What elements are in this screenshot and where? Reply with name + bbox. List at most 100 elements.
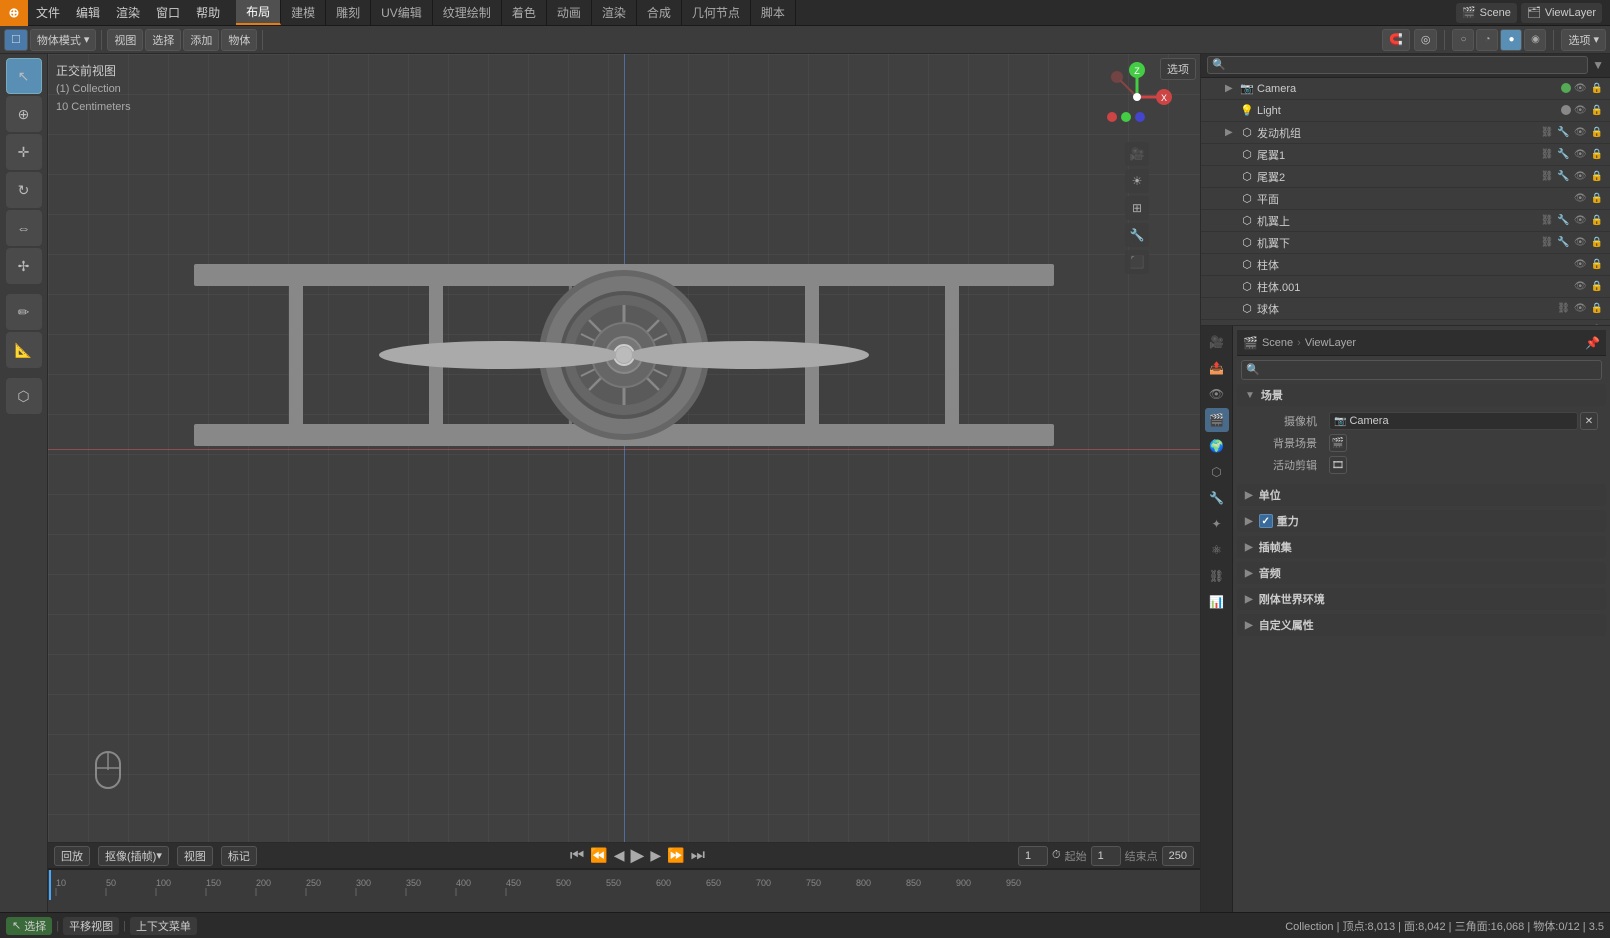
- current-frame-field[interactable]: 1: [1018, 846, 1048, 866]
- tail1-modifier[interactable]: 🔧: [1556, 149, 1570, 160]
- context-menu-badge[interactable]: 上下文菜单: [130, 917, 197, 935]
- tool-annotate[interactable]: ✏: [6, 294, 42, 330]
- next-keyframe-btn[interactable]: ▶: [650, 847, 661, 864]
- mode-dropdown[interactable]: 物体模式 ▾: [30, 29, 97, 51]
- outliner-row-camera[interactable]: ▶ 📷 Camera 👁 🔒: [1201, 78, 1610, 100]
- add-menu-btn[interactable]: 添加: [183, 29, 219, 51]
- vp-gizmo-btn[interactable]: 🔧: [1125, 223, 1149, 247]
- prop-output-icon[interactable]: 📤: [1205, 356, 1229, 380]
- wing-top-modifier[interactable]: 🔧: [1556, 215, 1570, 226]
- viewport-options-btn[interactable]: 选项: [1160, 58, 1196, 80]
- outliner-row-wing-bottom[interactable]: ▶ ⬡ 机翼下 ⛓ 🔧 👁 🔒: [1201, 232, 1610, 254]
- prop-custom-header[interactable]: ▶ 自定义属性: [1237, 614, 1606, 636]
- play-btn[interactable]: ▶: [631, 845, 645, 866]
- timeline-ruler[interactable]: 10 50 100 150 200 250 300 350 400 450 50…: [48, 869, 1200, 912]
- camera-visibility-icon[interactable]: 👁: [1573, 83, 1588, 94]
- tab-geometry-nodes[interactable]: 几何节点: [682, 0, 751, 25]
- light-expand-arrow[interactable]: ▶: [1225, 105, 1237, 116]
- outliner-row-plane[interactable]: ▶ ⬡ 平面 👁 🔒: [1201, 188, 1610, 210]
- tool-measure[interactable]: 📐: [6, 332, 42, 368]
- wing-bottom-modifier[interactable]: 🔧: [1556, 237, 1570, 248]
- prop-rigid-header[interactable]: ▶ 刚体世界环境: [1237, 588, 1606, 610]
- engine-expand-arrow[interactable]: ▶: [1225, 127, 1237, 138]
- tool-select[interactable]: ↖: [6, 58, 42, 94]
- prev-keyframe-btn[interactable]: ◀: [614, 847, 625, 864]
- go-start-btn[interactable]: ⏮: [570, 847, 584, 865]
- menu-window[interactable]: 窗口: [148, 0, 188, 25]
- tool-move[interactable]: ✛: [6, 134, 42, 170]
- tool-rotate[interactable]: ↻: [6, 172, 42, 208]
- prop-scene-breadcrumb[interactable]: Scene: [1262, 337, 1293, 349]
- prop-audio-header[interactable]: ▶ 音频: [1237, 562, 1606, 584]
- cylinder-lock[interactable]: 🔒: [1590, 259, 1604, 270]
- tail1-expand-arrow[interactable]: ▶: [1225, 149, 1237, 160]
- snap-btn[interactable]: 🧲: [1382, 29, 1410, 51]
- prop-object-icon[interactable]: ⬡: [1205, 460, 1229, 484]
- camera-active-dot[interactable]: [1561, 83, 1571, 93]
- mode-icon-btn[interactable]: ☐: [4, 29, 28, 51]
- outliner-row-wing-top[interactable]: ▶ ⬡ 机翼上 ⛓ 🔧 👁 🔒: [1201, 210, 1610, 232]
- wing-bottom-lock[interactable]: 🔒: [1590, 237, 1604, 248]
- tab-compositing[interactable]: 合成: [637, 0, 682, 25]
- nav-mode-badge[interactable]: 平移视图: [63, 917, 119, 935]
- prop-constraints-icon[interactable]: ⛓: [1205, 564, 1229, 588]
- viewlayer-selector[interactable]: 🗂 ViewLayer: [1521, 3, 1602, 23]
- frame-end-field[interactable]: 250: [1162, 846, 1194, 866]
- prop-viewlayer-breadcrumb[interactable]: ViewLayer: [1305, 337, 1356, 349]
- engine-visibility[interactable]: 👁: [1573, 127, 1588, 138]
- active-clip-icon-btn[interactable]: 🎞: [1329, 456, 1347, 474]
- wing-top-constraint[interactable]: ⛓: [1540, 215, 1555, 226]
- sphere-constraint[interactable]: ⛓: [1556, 303, 1571, 314]
- prop-search-input[interactable]: [1241, 360, 1602, 380]
- menu-edit[interactable]: 编辑: [68, 0, 108, 25]
- cylinder001-arrow[interactable]: ▶: [1225, 281, 1237, 292]
- prop-data-icon[interactable]: 📊: [1205, 590, 1229, 614]
- prop-render-icon[interactable]: 🎥: [1205, 330, 1229, 354]
- tail2-lock[interactable]: 🔒: [1590, 171, 1604, 182]
- wing-bottom-constraint[interactable]: ⛓: [1540, 237, 1555, 248]
- tab-render[interactable]: 渲染: [592, 0, 637, 25]
- tab-animation[interactable]: 动画: [547, 0, 592, 25]
- cylinder001-lock[interactable]: 🔒: [1590, 281, 1604, 292]
- tab-layout[interactable]: 布局: [236, 0, 281, 25]
- tool-transform[interactable]: ✢: [6, 248, 42, 284]
- next-frame-btn[interactable]: ⏩: [667, 847, 684, 864]
- options-dropdown[interactable]: 选项 ▾: [1561, 29, 1606, 51]
- vp-overlay-btn[interactable]: ⊞: [1125, 196, 1149, 220]
- tail1-constraint[interactable]: ⛓: [1540, 149, 1555, 160]
- shading-rendered-btn[interactable]: ●: [1500, 29, 1522, 51]
- cylinder-arrow[interactable]: ▶: [1225, 259, 1237, 270]
- light-lock[interactable]: 🔒: [1590, 105, 1604, 116]
- tail1-visibility[interactable]: 👁: [1573, 149, 1588, 160]
- prop-scene-icon[interactable]: 🎬: [1205, 408, 1229, 432]
- wing-top-arrow[interactable]: ▶: [1225, 215, 1237, 226]
- plane-visibility[interactable]: 👁: [1573, 193, 1588, 204]
- prop-pin-icon[interactable]: 📌: [1585, 336, 1600, 350]
- timeline-marker-btn[interactable]: 标记: [221, 846, 257, 866]
- tool-scale[interactable]: ⇔: [6, 210, 42, 246]
- wing-bottom-arrow[interactable]: ▶: [1225, 237, 1237, 248]
- tab-texture-paint[interactable]: 纹理绘制: [433, 0, 502, 25]
- camera-expand-arrow[interactable]: ▶: [1225, 83, 1237, 94]
- sphere-lock[interactable]: 🔒: [1590, 303, 1604, 314]
- tail2-constraint[interactable]: ⛓: [1540, 171, 1555, 182]
- tail2-modifier[interactable]: 🔧: [1556, 171, 1570, 182]
- outliner-row-tail1[interactable]: ▶ ⬡ 尾翼1 ⛓ 🔧 👁 🔒: [1201, 144, 1610, 166]
- engine-modifier-icon[interactable]: 🔧: [1556, 127, 1570, 138]
- prop-scene-header[interactable]: ▼ 场景: [1237, 384, 1606, 406]
- wing-bottom-visibility[interactable]: 👁: [1573, 237, 1588, 248]
- proportional-btn[interactable]: ◎: [1414, 29, 1438, 51]
- prop-units-header[interactable]: ▶ 单位: [1237, 484, 1606, 506]
- wing-top-visibility[interactable]: 👁: [1573, 215, 1588, 226]
- viewport[interactable]: 正交前视图 (1) Collection 10 Centimeters X: [48, 54, 1200, 843]
- camera-select-btn[interactable]: ✕: [1580, 412, 1598, 430]
- timeline-view-btn[interactable]: 视图: [177, 846, 213, 866]
- view-menu-btn[interactable]: 视图: [107, 29, 143, 51]
- bg-scene-icon-btn[interactable]: 🎬: [1329, 434, 1347, 452]
- tool-add[interactable]: ⬡: [6, 378, 42, 414]
- select-menu-btn[interactable]: 选择: [145, 29, 181, 51]
- menu-help[interactable]: 帮助: [188, 0, 228, 25]
- wing-top-lock[interactable]: 🔒: [1590, 215, 1604, 226]
- vp-camera-btn[interactable]: 🎥: [1125, 142, 1149, 166]
- tail2-expand-arrow[interactable]: ▶: [1225, 171, 1237, 182]
